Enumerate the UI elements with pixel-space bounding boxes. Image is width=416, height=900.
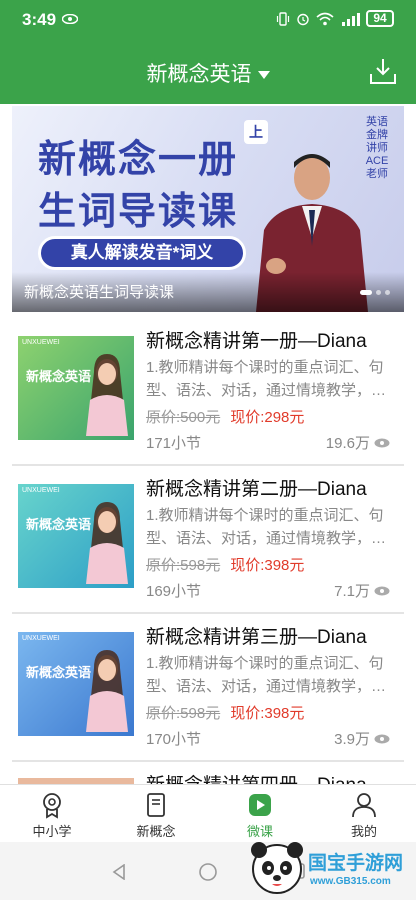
teacher-photo-icon: [86, 502, 128, 584]
banner-footer: 新概念英语生词导读课: [12, 272, 404, 312]
download-icon[interactable]: [368, 56, 398, 86]
course-item[interactable]: UNXUEWEI 新概念英语 新概念精讲第三册—Diana 1.教师精讲每个课时…: [12, 614, 404, 762]
original-price: 原价:598元: [146, 705, 221, 722]
banner-headline: 新概念一册 生词导读课: [38, 139, 239, 233]
person-icon: [352, 793, 376, 818]
current-price: 现价:298元: [230, 409, 305, 426]
tab-label: 中小学: [32, 824, 72, 839]
book-icon: [147, 793, 165, 817]
teacher-photo-icon: [86, 650, 128, 732]
view-count: 19.6万: [326, 432, 390, 453]
price-row: 原价:500元 现价:298元: [146, 406, 304, 427]
course-list: UNXUEWEI 新概念英语 新概念精讲第一册—Diana 1.教师精讲每个课时…: [12, 318, 404, 796]
view-count: 3.9万: [334, 728, 390, 749]
course-item[interactable]: UNXUEWEI 新概念英语 新概念精讲第一册—Diana 1.教师精讲每个课时…: [12, 318, 404, 466]
current-price: 现价:398元: [230, 705, 305, 722]
page-title: 新概念英语: [146, 63, 252, 86]
promo-banner[interactable]: 新概念一册 生词导读课 上 真人解读发音*词义 英语金牌讲师ACE老师 新概念英…: [12, 106, 404, 312]
carousel-dot: [385, 290, 390, 295]
carousel-dot: [360, 290, 372, 295]
tab-label: 我的: [350, 824, 377, 839]
tab-primary-school[interactable]: 中小学: [0, 785, 104, 842]
app-header: 3:49 94 新概念英语: [0, 0, 416, 104]
original-price: 原价:500元: [146, 409, 221, 426]
bottom-tab-bar: 中小学 新概念 微课 我的: [0, 784, 416, 842]
course-title: 新概念精讲第二册—Diana: [146, 479, 367, 500]
status-icons: 94: [276, 10, 394, 27]
view-count: 7.1万: [334, 580, 390, 601]
course-description: 1.教师精讲每个课时的重点词汇、句型、语法、对话，通过情境教学，…: [146, 655, 387, 695]
original-price: 原价:598元: [146, 557, 221, 574]
eye-icon: [374, 586, 390, 595]
lesson-count: 169小节: [146, 583, 202, 600]
lesson-count: 170小节: [146, 731, 202, 748]
category-dropdown[interactable]: 新概念英语: [0, 58, 416, 88]
watermark: 国宝手游网 www.GB315.com: [248, 838, 414, 896]
course-item[interactable]: UNXUEWEI 新概念英语 新概念精讲第二册—Diana 1.教师精讲每个课时…: [12, 466, 404, 614]
course-meta: 169小节 7.1万: [146, 580, 390, 601]
battery-indicator: 94: [366, 10, 394, 27]
signal-icon: [342, 12, 360, 26]
price-row: 原价:598元 现价:398元: [146, 554, 304, 575]
play-icon: [249, 794, 271, 816]
wifi-icon: [316, 12, 334, 25]
tab-new-concept[interactable]: 新概念: [104, 785, 208, 842]
course-thumbnail: UNXUEWEI 新概念英语: [18, 484, 134, 588]
tab-profile[interactable]: 我的: [312, 785, 416, 842]
watermark-text: 国宝手游网: [308, 853, 404, 874]
tab-micro-course[interactable]: 微课: [208, 785, 312, 842]
status-bar: 3:49 94: [0, 0, 416, 40]
home-icon[interactable]: [198, 862, 218, 882]
lesson-count: 171小节: [146, 435, 202, 452]
course-thumbnail: UNXUEWEI 新概念英语: [18, 632, 134, 736]
eye-icon: [374, 734, 390, 743]
caret-down-icon: [257, 71, 270, 80]
teacher-photo-icon: [86, 354, 128, 436]
course-meta: 170小节 3.9万: [146, 728, 390, 749]
tab-label: 新概念: [136, 824, 176, 839]
eye-icon: [62, 14, 78, 24]
status-time: 3:49: [22, 10, 57, 29]
course-title: 新概念精讲第三册—Diana: [146, 627, 367, 648]
eye-icon: [374, 438, 390, 447]
current-price: 现价:398元: [230, 557, 305, 574]
banner-caption: 新概念英语生词导读课: [24, 284, 175, 301]
course-title: 新概念精讲第一册—Diana: [146, 331, 367, 352]
vibrate-icon: [276, 11, 290, 26]
carousel-indicator: [360, 290, 390, 295]
price-row: 原价:598元 现价:398元: [146, 702, 304, 723]
banner-tag: 真人解读发音*词义: [38, 236, 246, 270]
alarm-icon: [297, 13, 309, 25]
course-description: 1.教师精讲每个课时的重点词汇、句型、语法、对话，通过情境教学，…: [146, 507, 387, 547]
tab-label: 微课: [246, 824, 273, 839]
watermark-url: www.GB315.com: [310, 876, 391, 887]
panda-logo-icon: [251, 842, 303, 894]
banner-volume-badge: 上: [244, 120, 268, 144]
course-meta: 171小节 19.6万: [146, 432, 390, 453]
back-icon[interactable]: [112, 864, 126, 880]
badge-icon: [43, 793, 61, 819]
course-thumbnail: UNXUEWEI 新概念英语: [18, 336, 134, 440]
course-description: 1.教师精讲每个课时的重点词汇、句型、语法、对话，通过情境教学，…: [146, 359, 387, 399]
carousel-dot: [376, 290, 381, 295]
